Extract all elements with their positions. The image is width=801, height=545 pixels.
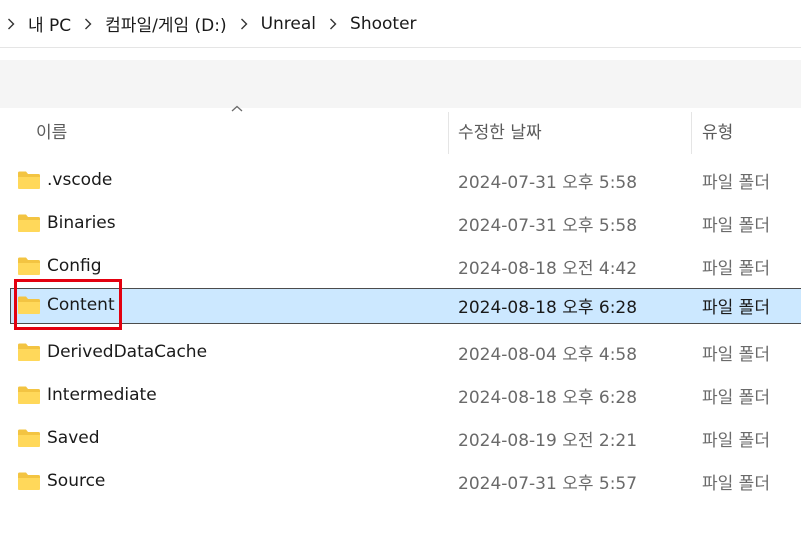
- breadcrumb-segment-this-pc[interactable]: 내 PC: [26, 11, 73, 36]
- column-header: 이름 수정한 날짜 유형: [0, 108, 801, 154]
- breadcrumb-segment-shooter[interactable]: Shooter: [348, 14, 418, 34]
- folder-icon: [18, 214, 40, 232]
- chevron-right-icon[interactable]: [235, 18, 253, 30]
- highlight-annotation-box: [14, 279, 122, 330]
- file-type: 파일 폴더: [702, 430, 770, 451]
- file-list-row[interactable]: Saved 2024-08-19 오전 2:21 파일 폴더: [10, 421, 801, 455]
- file-name: DerivedDataCache: [47, 342, 208, 362]
- file-list-row[interactable]: Intermediate 2024-08-18 오후 6:28 파일 폴더: [10, 378, 801, 412]
- breadcrumb: 내 PC 컴파일/게임 (D:) Unreal Shooter: [0, 0, 801, 48]
- file-list-row[interactable]: Binaries 2024-07-31 오후 5:58 파일 폴더: [10, 206, 801, 240]
- file-date-modified: 2024-08-19 오전 2:21: [458, 430, 638, 451]
- file-type: 파일 폴더: [702, 344, 770, 365]
- column-header-date-modified[interactable]: 수정한 날짜: [458, 108, 542, 152]
- file-date-modified: 2024-08-18 오전 4:42: [458, 258, 638, 279]
- column-header-type[interactable]: 유형: [702, 108, 733, 152]
- file-name: Source: [47, 471, 106, 491]
- folder-icon: [18, 257, 40, 275]
- file-date-modified: 2024-07-31 오후 5:57: [458, 473, 638, 494]
- file-list-row[interactable]: Source 2024-07-31 오후 5:57 파일 폴더: [10, 464, 801, 498]
- chevron-right-icon[interactable]: [79, 18, 97, 30]
- file-date-modified: 2024-08-04 오후 4:58: [458, 344, 638, 365]
- file-date-modified: 2024-08-18 오후 6:28: [458, 387, 638, 408]
- file-name: Config: [47, 256, 102, 276]
- chevron-right-icon[interactable]: [2, 18, 20, 30]
- file-list-row[interactable]: .vscode 2024-07-31 오후 5:58 파일 폴더: [10, 163, 801, 197]
- file-type: 파일 폴더: [702, 172, 770, 193]
- file-type: 파일 폴더: [702, 473, 770, 494]
- file-date-modified: 2024-07-31 오후 5:58: [458, 172, 638, 193]
- file-type: 파일 폴더: [702, 297, 770, 318]
- folder-icon: [18, 386, 40, 404]
- folder-icon: [18, 472, 40, 490]
- file-explorer: 내 PC 컴파일/게임 (D:) Unreal Shooter 이름 수정한 날…: [0, 0, 801, 545]
- breadcrumb-segment-drive[interactable]: 컴파일/게임 (D:): [103, 11, 228, 36]
- file-name: .vscode: [47, 170, 113, 190]
- file-name: Intermediate: [47, 385, 157, 405]
- file-name: Saved: [47, 428, 100, 448]
- folder-icon: [18, 343, 40, 361]
- file-date-modified: 2024-08-18 오후 6:28: [458, 297, 638, 318]
- column-header-name[interactable]: 이름: [36, 108, 67, 152]
- chevron-right-icon[interactable]: [324, 18, 342, 30]
- folder-icon: [18, 171, 40, 189]
- file-type: 파일 폴더: [702, 215, 770, 236]
- file-date-modified: 2024-07-31 오후 5:58: [458, 215, 638, 236]
- file-list-row-selected[interactable]: Content 2024-08-18 오후 6:28 파일 폴더: [10, 288, 801, 324]
- folder-icon: [18, 429, 40, 447]
- column-divider[interactable]: [691, 112, 692, 154]
- file-type: 파일 폴더: [702, 387, 770, 408]
- file-list-row[interactable]: DerivedDataCache 2024-08-04 오후 4:58 파일 폴…: [10, 335, 801, 369]
- column-divider[interactable]: [448, 112, 449, 154]
- file-type: 파일 폴더: [702, 258, 770, 279]
- command-bar: [0, 60, 801, 108]
- file-list-row[interactable]: Config 2024-08-18 오전 4:42 파일 폴더: [10, 249, 801, 283]
- breadcrumb-segment-unreal[interactable]: Unreal: [259, 14, 318, 34]
- file-name: Binaries: [47, 213, 116, 233]
